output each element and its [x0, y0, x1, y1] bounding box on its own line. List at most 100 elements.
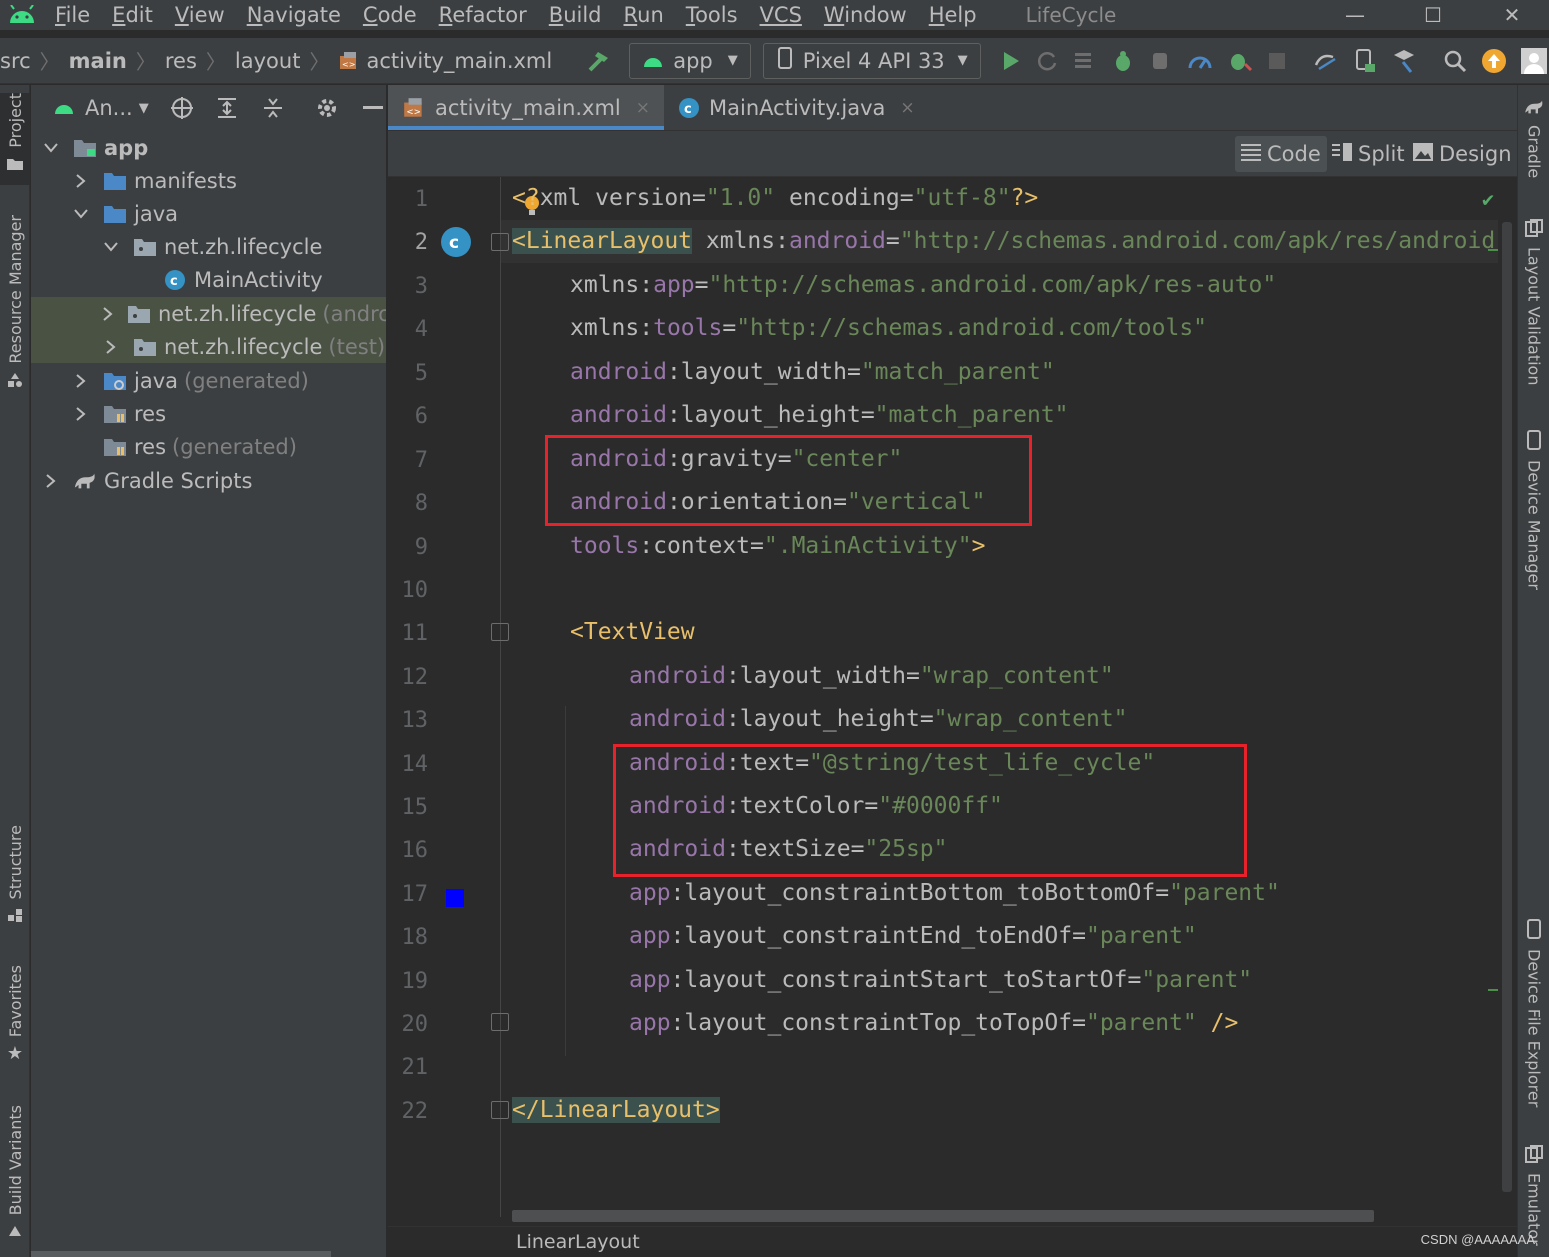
structure-tab-label: Structure	[5, 825, 25, 900]
tree-label: net.zh.lifecycle	[164, 234, 323, 259]
tree-suffix: (test)	[328, 334, 386, 359]
fold-marker-icon[interactable]	[491, 1101, 509, 1119]
xml-file-icon: <>	[338, 50, 360, 72]
sync-gradle-icon[interactable]	[1313, 47, 1339, 75]
attach-debugger-icon[interactable]	[1149, 47, 1173, 75]
line-number: 14	[401, 752, 429, 777]
menu-window[interactable]: Window	[813, 3, 918, 27]
menu-navigate[interactable]: Navigate	[236, 3, 352, 27]
apply-code-changes-icon[interactable]	[1073, 47, 1097, 75]
close-tab-icon[interactable]: ×	[900, 98, 914, 118]
gradle-tool-tab[interactable]: Gradle	[1518, 99, 1549, 189]
layout-validation-tool-tab[interactable]: Layout Validation	[1518, 219, 1549, 399]
tree-item-res-generated[interactable]: res (generated)	[31, 430, 386, 463]
vertical-scrollbar[interactable]	[1498, 177, 1517, 1217]
collapse-all-icon[interactable]	[260, 95, 286, 121]
search-icon[interactable]	[1443, 47, 1467, 75]
menu-help[interactable]: Help	[918, 3, 988, 27]
apply-changes-icon[interactable]	[1035, 47, 1059, 75]
update-icon[interactable]	[1481, 47, 1507, 75]
build-variants-tool-tab[interactable]: Build Variants	[0, 1105, 30, 1245]
tab-activity-main-xml[interactable]: <> activity_main.xml ×	[388, 85, 665, 130]
fold-marker-icon[interactable]	[491, 623, 509, 641]
minimize-button[interactable]: —	[1326, 0, 1384, 30]
code-editor[interactable]: 1 2 3 4 5 6 7 8 9 10 11 12 13 14 15 16 1…	[388, 177, 1498, 1217]
tree-item-mainactivity[interactable]: c MainActivity	[31, 263, 386, 296]
breadcrumb-layout[interactable]: layout	[235, 49, 301, 73]
menu-refactor[interactable]: Refactor	[428, 3, 538, 27]
build-hammer-icon[interactable]	[586, 47, 612, 75]
tree-item-res[interactable]: res	[31, 397, 386, 430]
expand-all-icon[interactable]	[215, 95, 241, 121]
design-view-button[interactable]: Design	[1407, 136, 1518, 172]
tree-item-gradle-scripts[interactable]: Gradle Scripts	[31, 464, 386, 497]
device-manager-tool-tab[interactable]: Device Manager	[1518, 430, 1549, 610]
line-number: 15	[401, 795, 429, 820]
code-view-button[interactable]: Code	[1235, 136, 1327, 172]
horizontal-scrollbar[interactable]	[31, 1251, 331, 1257]
menu-edit[interactable]: Edit	[101, 3, 164, 27]
close-window-button[interactable]: ✕	[1483, 0, 1541, 30]
menu-vcs[interactable]: VCS	[749, 3, 813, 27]
fold-marker-icon[interactable]	[491, 233, 509, 251]
favorites-tool-tab[interactable]: Favorites ★	[0, 965, 30, 1075]
breadcrumb-res[interactable]: res	[165, 49, 197, 73]
device-manager-icon[interactable]	[1353, 47, 1377, 75]
line-number: 20	[401, 1012, 429, 1037]
menu-build[interactable]: Build	[538, 3, 613, 27]
menu-code[interactable]: Code	[352, 3, 428, 27]
menu-file[interactable]: File	[44, 3, 101, 27]
profile-icon[interactable]	[1187, 47, 1213, 75]
project-view-select[interactable]: An... ▼	[85, 96, 149, 120]
debug-icon[interactable]	[1111, 47, 1135, 75]
tree-label: app	[104, 135, 149, 160]
xml-file-icon: <>	[402, 96, 426, 120]
breadcrumb-main[interactable]: main	[69, 49, 127, 73]
resource-folder-icon	[103, 403, 127, 425]
debug-attach-icon[interactable]	[1227, 47, 1253, 75]
maximize-button[interactable]: ☐	[1404, 0, 1462, 30]
tree-item-package-test[interactable]: net.zh.lifecycle (test)	[31, 330, 386, 363]
breadcrumb-file[interactable]: <> activity_main.xml	[338, 49, 552, 73]
fold-marker-icon[interactable]	[491, 1013, 509, 1031]
menu-view[interactable]: View	[164, 3, 236, 27]
star-icon: ★	[6, 1043, 24, 1065]
tree-item-package-androidtest[interactable]: net.zh.lifecycle (androidTest)	[31, 297, 386, 330]
device-file-explorer-tool-tab[interactable]: Device File Explorer	[1518, 919, 1549, 1119]
hide-panel-icon[interactable]	[360, 95, 386, 121]
gear-icon[interactable]	[314, 95, 340, 121]
account-avatar-icon[interactable]	[1520, 47, 1547, 75]
split-view-button[interactable]: Split	[1326, 136, 1411, 172]
scrollbar-thumb[interactable]	[1502, 222, 1512, 1192]
tree-item-app[interactable]: app	[31, 131, 386, 164]
tab-mainactivity-java[interactable]: c MainActivity.java ×	[664, 85, 929, 130]
device-select[interactable]: Pixel 4 API 33 ▼	[762, 42, 981, 79]
sdk-manager-icon[interactable]	[1391, 47, 1417, 75]
editor-tabs: <> activity_main.xml × c MainActivity.ja…	[388, 85, 1517, 131]
xml-breadcrumb-item[interactable]: LinearLayout	[516, 1231, 640, 1253]
run-config-select[interactable]: app ▼	[629, 42, 751, 79]
dropdown-arrow-icon: ▼	[957, 53, 968, 68]
class-gutter-icon[interactable]: c	[440, 226, 472, 264]
project-tool-tab[interactable]: Project	[0, 93, 30, 185]
tree-item-java-generated[interactable]: java (generated)	[31, 364, 386, 397]
tree-item-package[interactable]: net.zh.lifecycle	[31, 230, 386, 263]
menu-tools[interactable]: Tools	[675, 3, 749, 27]
chevron-right-icon	[103, 339, 119, 355]
run-icon[interactable]	[1001, 47, 1021, 75]
horizontal-scrollbar[interactable]	[512, 1210, 1374, 1222]
structure-tool-tab[interactable]: Structure	[0, 825, 30, 935]
close-tab-icon[interactable]: ×	[636, 98, 650, 118]
structure-icon	[7, 907, 23, 927]
tree-label: Gradle Scripts	[104, 468, 253, 493]
no-problems-check-icon[interactable]: ✔	[1482, 187, 1494, 211]
tree-item-java[interactable]: java	[31, 197, 386, 230]
menu-run[interactable]: Run	[613, 3, 675, 27]
stop-icon[interactable]	[1267, 47, 1287, 75]
tree-item-manifests[interactable]: manifests	[31, 164, 386, 197]
tree-label: manifests	[134, 168, 237, 193]
color-swatch-icon[interactable]	[446, 889, 464, 907]
breadcrumb-src[interactable]: src	[0, 49, 31, 73]
locate-target-icon[interactable]	[169, 95, 195, 121]
resource-manager-tool-tab[interactable]: Resource Manager	[0, 215, 30, 410]
